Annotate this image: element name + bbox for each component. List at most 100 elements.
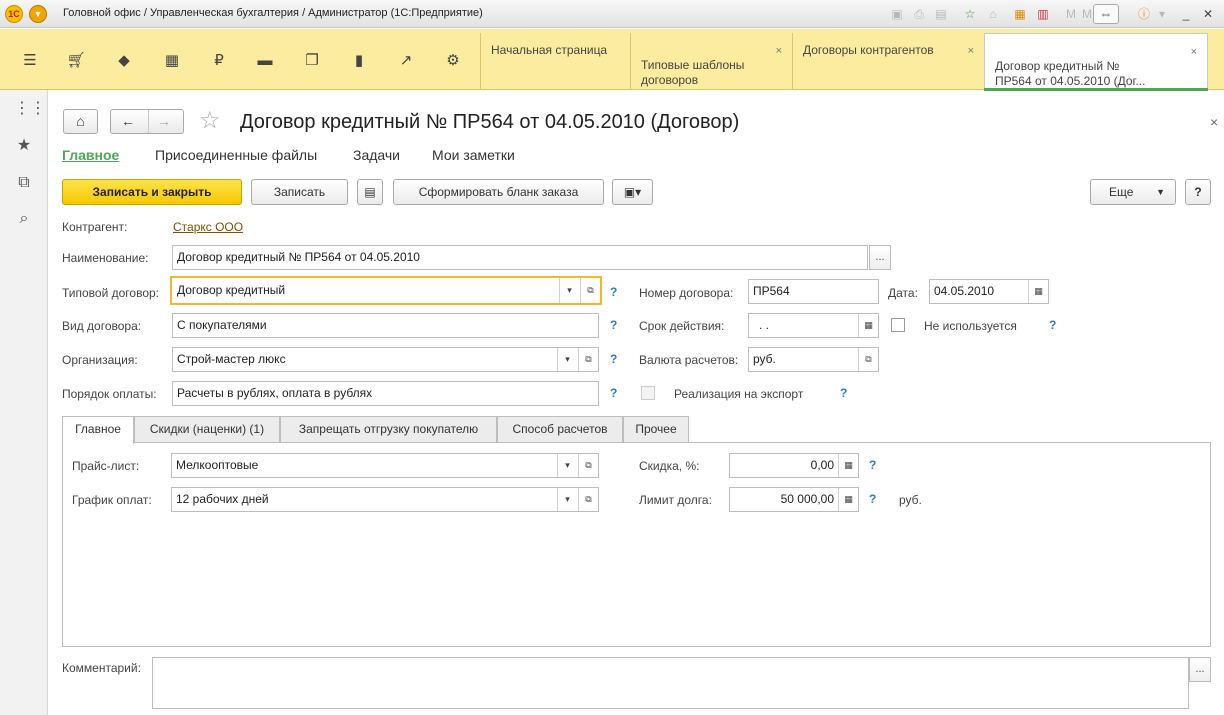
payment-order-label: Порядок оплаты: (62, 387, 157, 401)
open-icon[interactable]: ⧉ (580, 278, 600, 303)
minimize-icon[interactable]: _ (1178, 6, 1194, 22)
help-icon[interactable]: ? (840, 386, 847, 400)
calendar-icon[interactable]: ▦ (1028, 280, 1048, 303)
close-icon[interactable]: × (968, 44, 974, 59)
export-checkbox[interactable] (641, 386, 655, 400)
chevron-down-icon[interactable]: ▾ (559, 278, 579, 303)
subtab-notes[interactable]: Мои заметки (432, 147, 515, 163)
forward-arrow-icon[interactable]: → (157, 110, 171, 132)
close-window-icon[interactable]: ✕ (1200, 6, 1216, 22)
close-icon[interactable]: × (1210, 114, 1218, 130)
tab-contract-templates[interactable]: Типовые шаблоны договоров × (630, 33, 792, 89)
save-icon[interactable]: ▣ (889, 6, 905, 22)
documents-icon[interactable]: ❐ (302, 51, 322, 71)
name-ellipsis-button[interactable]: ... (869, 245, 891, 270)
name-label: Наименование: (62, 251, 149, 265)
help-icon[interactable]: ? (610, 352, 617, 366)
tab-home[interactable]: Начальная страница (480, 33, 630, 89)
help-icon[interactable]: ? (869, 492, 876, 506)
calculator-icon[interactable]: ▦ (1012, 6, 1028, 22)
subtab-tasks[interactable]: Задачи (353, 147, 400, 163)
payment-schedule-field[interactable]: 12 рабочих дней ▾ ⧉ (171, 487, 599, 512)
help-button[interactable]: ? (1185, 179, 1211, 205)
calendar-icon[interactable]: ▦ (858, 314, 878, 337)
bag-icon[interactable]: ◆ (114, 51, 134, 71)
calculator-icon[interactable]: ▦ (838, 488, 858, 511)
inner-tab-discounts[interactable]: Скидки (наценки) (1) (134, 416, 280, 442)
comment-ellipsis-button[interactable]: ... (1189, 657, 1211, 682)
chevron-down-icon[interactable]: ▾ (1154, 6, 1170, 22)
currency-field[interactable]: руб. ⧉ (748, 347, 879, 372)
tab-current-contract[interactable]: Договор кредитный № ПР564 от 04.05.2010 … (984, 33, 1208, 91)
document-list-icon[interactable]: ▤ (357, 179, 383, 205)
history-icon[interactable]: ⧉ (14, 173, 34, 193)
subtab-attached-files[interactable]: Присоединенные файлы (155, 147, 317, 163)
open-icon[interactable]: ⧉ (858, 348, 878, 371)
favorites-add-icon[interactable]: ☆ (962, 6, 978, 22)
date-field[interactable]: 04.05.2010 ▦ (929, 279, 1049, 304)
open-icon[interactable]: ⧉ (578, 488, 598, 511)
counterparty-link[interactable]: Старкс ООО (173, 220, 243, 234)
warehouse-icon[interactable]: ▦ (162, 51, 182, 71)
preview-icon[interactable]: ▤ (933, 6, 949, 22)
payment-order-field[interactable]: Расчеты в рублях, оплата в рублях (172, 381, 599, 406)
inner-tab-shipment-ban[interactable]: Запрещать отгрузку покупателю (280, 416, 497, 442)
main-menu-dropdown-icon[interactable]: ▼ (29, 5, 47, 23)
contract-number-field[interactable]: ПР564 (748, 279, 879, 304)
menu-icon[interactable]: ☰ (20, 51, 40, 71)
chevron-down-icon[interactable]: ▾ (557, 454, 577, 477)
window-resize-icon[interactable]: ⇔ (1093, 4, 1119, 24)
truck-icon[interactable]: ▬ (255, 51, 275, 71)
help-icon[interactable]: ? (1049, 318, 1056, 332)
inner-tab-payment-method[interactable]: Способ расчетов (497, 416, 623, 442)
debt-limit-field[interactable]: 50 000,00 ▦ (729, 487, 859, 512)
apps-grid-icon[interactable]: ⋮⋮ (14, 99, 46, 119)
help-icon[interactable]: ? (610, 285, 617, 299)
organization-field[interactable]: Строй-мастер люкс ▾ ⧉ (172, 347, 599, 372)
price-list-field[interactable]: Мелкооптовые ▾ ⧉ (171, 453, 599, 478)
open-icon[interactable]: ⧉ (578, 348, 598, 371)
kind-field[interactable]: С покупателями (172, 313, 599, 338)
subtab-main[interactable]: Главное (62, 147, 119, 163)
close-icon[interactable]: × (776, 44, 782, 59)
favorite-star-icon[interactable]: ☆ (199, 108, 221, 134)
back-arrow-icon[interactable]: ← (121, 110, 135, 132)
template-contract-field[interactable]: Договор кредитный ▾ ⧉ (170, 276, 602, 305)
divider (148, 110, 149, 133)
memory-icon[interactable]: M (1063, 6, 1079, 22)
home-button[interactable]: ⌂ (63, 109, 98, 134)
gear-icon[interactable]: ⚙ (443, 51, 463, 71)
discount-field[interactable]: 0,00 ▦ (729, 453, 859, 478)
more-button[interactable]: Еще ▼ (1090, 179, 1176, 205)
validity-field[interactable]: . . ▦ (748, 313, 879, 338)
not-used-checkbox[interactable] (891, 318, 905, 332)
tab-counterparty-contracts[interactable]: Договоры контрагентов × (792, 33, 984, 89)
help-icon[interactable]: ? (610, 318, 617, 332)
inner-tab-other[interactable]: Прочее (623, 416, 689, 442)
inner-tab-main[interactable]: Главное (62, 416, 134, 444)
search-icon[interactable]: ⌕ (14, 209, 34, 229)
calculator-icon[interactable]: ▦ (838, 454, 858, 477)
calendar-icon[interactable]: ▥ (1035, 6, 1051, 22)
ruble-icon[interactable]: ₽ (209, 51, 229, 71)
name-field[interactable]: Договор кредитный № ПР564 от 04.05.2010 (172, 245, 868, 270)
more-label: Еще (1109, 185, 1134, 199)
close-icon[interactable]: × (1191, 45, 1197, 60)
history-icon[interactable]: ⌂ (985, 6, 1001, 22)
star-icon[interactable]: ★ (14, 136, 34, 156)
info-icon[interactable]: ⓘ (1136, 6, 1152, 22)
help-icon[interactable]: ? (869, 458, 876, 472)
bar-chart-icon[interactable]: ▮ (349, 51, 369, 71)
cart-icon[interactable]: 🛒︎ (66, 51, 86, 71)
save-and-close-button[interactable]: Записать и закрыть (62, 179, 242, 205)
save-button[interactable]: Записать (251, 179, 348, 205)
help-icon[interactable]: ? (610, 386, 617, 400)
print-icon[interactable]: ⎙ (911, 6, 927, 22)
chevron-down-icon[interactable]: ▾ (557, 488, 577, 511)
open-icon[interactable]: ⧉ (578, 454, 598, 477)
trend-icon[interactable]: ↗ (396, 51, 416, 71)
generate-order-form-button[interactable]: Сформировать бланк заказа (393, 179, 604, 205)
comment-field[interactable] (152, 657, 1189, 709)
create-based-on-icon[interactable]: ▣▾ (612, 179, 653, 205)
chevron-down-icon[interactable]: ▾ (557, 348, 577, 371)
